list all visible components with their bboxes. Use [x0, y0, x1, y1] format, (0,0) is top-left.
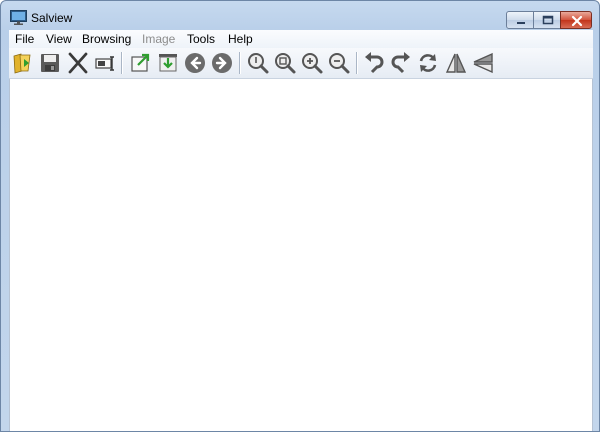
next-icon[interactable]: [210, 51, 234, 75]
open-folder-icon[interactable]: [11, 51, 35, 75]
toolbar-separator: [356, 52, 358, 74]
menu-browsing[interactable]: Browsing: [82, 32, 131, 46]
window-title: Salview: [31, 11, 73, 25]
title-bar[interactable]: Salview: [1, 1, 599, 29]
rotate-right-icon[interactable]: [389, 51, 413, 75]
zoom-actual-icon[interactable]: [246, 51, 270, 75]
close-button[interactable]: [560, 11, 592, 29]
zoom-in-icon[interactable]: [300, 51, 324, 75]
menu-help[interactable]: Help: [228, 32, 253, 46]
export-icon[interactable]: [129, 51, 153, 75]
menu-tools[interactable]: Tools: [187, 32, 215, 46]
zoom-out-icon[interactable]: [327, 51, 351, 75]
delete-icon[interactable]: [66, 51, 90, 75]
menu-file[interactable]: File: [15, 32, 34, 46]
image-viewport[interactable]: [9, 79, 593, 431]
minimize-button[interactable]: [506, 11, 534, 29]
refresh-icon[interactable]: [416, 51, 440, 75]
previous-icon[interactable]: [183, 51, 207, 75]
app-window: Salview File View Browsing Image Tools H…: [0, 0, 600, 432]
flip-horizontal-icon[interactable]: [444, 51, 468, 75]
import-icon[interactable]: [156, 51, 180, 75]
maximize-button[interactable]: [533, 11, 561, 29]
toolbar: [9, 48, 593, 79]
save-icon[interactable]: [38, 51, 62, 75]
toolbar-separator: [121, 52, 123, 74]
rotate-left-icon[interactable]: [362, 51, 386, 75]
rename-icon[interactable]: [93, 51, 117, 75]
menu-view[interactable]: View: [46, 32, 72, 46]
toolbar-separator: [239, 52, 241, 74]
monitor-icon: [10, 10, 27, 25]
flip-vertical-icon[interactable]: [471, 51, 495, 75]
menu-image[interactable]: Image: [142, 32, 175, 46]
zoom-fit-icon[interactable]: [273, 51, 297, 75]
menu-bar: File View Browsing Image Tools Help: [9, 30, 593, 48]
